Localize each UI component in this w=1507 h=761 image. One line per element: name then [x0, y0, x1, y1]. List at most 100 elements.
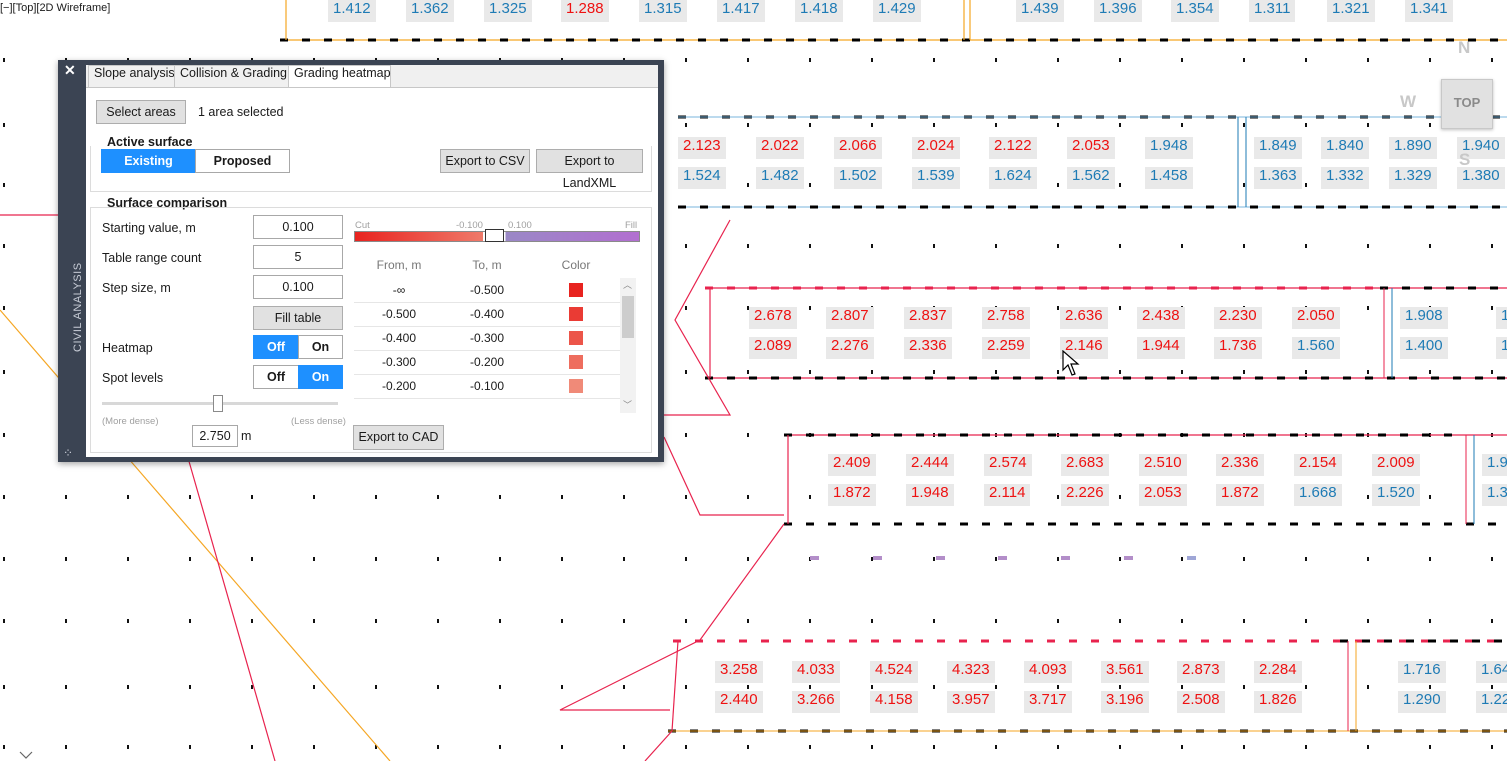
- step-size-label: Step size, m: [102, 281, 171, 295]
- density-value-input[interactable]: 2.750: [192, 425, 238, 447]
- grid-point: [1181, 685, 1183, 689]
- fill-table-button[interactable]: Fill table: [253, 306, 343, 330]
- compass-south[interactable]: S: [1459, 150, 1470, 170]
- viewcube-top-face[interactable]: TOP: [1441, 79, 1493, 129]
- spot-level-value: 2.336: [904, 337, 952, 359]
- grid-point: [1119, 685, 1121, 689]
- grid-point: [1119, 58, 1121, 62]
- grid-point: [1367, 306, 1369, 310]
- compass-north[interactable]: N: [1458, 38, 1470, 58]
- grid-point: [561, 685, 563, 689]
- grid-point: [747, 370, 749, 374]
- gradient-neutral-marker[interactable]: [485, 229, 504, 242]
- grid-point: [375, 557, 377, 561]
- color-swatch[interactable]: [569, 379, 583, 393]
- density-slider-thumb[interactable]: [212, 395, 223, 412]
- tab-slope-analysis[interactable]: Slope analysis: [88, 65, 175, 87]
- grid-point: [1243, 745, 1245, 749]
- grid-point: [1491, 370, 1493, 374]
- from-cell[interactable]: -∞: [354, 283, 444, 297]
- spot-level-value: 1.363: [1254, 167, 1302, 189]
- compass-west[interactable]: W: [1400, 92, 1416, 112]
- scroll-down-icon[interactable]: ﹀: [623, 398, 632, 411]
- grid-point: [1491, 557, 1493, 561]
- table-row[interactable]: -∞ -0.500: [354, 278, 620, 303]
- grid-point: [1243, 183, 1245, 187]
- scroll-up-icon[interactable]: ︿: [623, 278, 632, 291]
- palette-title-strip[interactable]: ✕ CIVIL ANALYSIS ⁘: [58, 60, 86, 462]
- grid-point: [1491, 685, 1493, 689]
- grid-point: [747, 58, 749, 62]
- to-cell[interactable]: -0.400: [442, 307, 532, 321]
- spot-level-value: 1.539: [912, 167, 960, 189]
- grid-point: [1119, 123, 1121, 127]
- grid-point: [3, 370, 5, 374]
- viewport-label[interactable]: [−][Top][2D Wireframe]: [0, 2, 110, 14]
- spot-level-value: 4.524: [870, 661, 918, 683]
- spot-level-value: 1.520: [1372, 484, 1420, 506]
- color-swatch[interactable]: [569, 355, 583, 369]
- step-size-input[interactable]: 0.100: [253, 275, 343, 299]
- heatmap-off-toggle[interactable]: Off: [253, 335, 299, 359]
- grid-point: [375, 685, 377, 689]
- from-cell[interactable]: -0.300: [354, 355, 444, 369]
- from-cell[interactable]: -0.200: [354, 379, 444, 393]
- grid-point: [933, 745, 935, 749]
- table-scrollbar-thumb[interactable]: [622, 296, 634, 338]
- grid-point: [1119, 495, 1121, 499]
- export-landxml-button[interactable]: Export to LandXML: [536, 149, 643, 190]
- spot-levels-off-toggle[interactable]: Off: [253, 365, 299, 389]
- select-areas-button[interactable]: Select areas: [96, 100, 186, 124]
- table-scrollbar[interactable]: ︿ ﹀: [620, 278, 636, 413]
- close-icon[interactable]: ✕: [64, 62, 76, 79]
- spot-level-value: 2.574: [984, 454, 1032, 476]
- from-cell[interactable]: -0.400: [354, 331, 444, 345]
- grid-point: [1429, 619, 1431, 623]
- spot-level-value: 3.196: [1101, 691, 1149, 713]
- color-swatch[interactable]: [569, 307, 583, 321]
- spot-level-value: 1.418: [795, 0, 843, 22]
- spot-level-value: 2.053: [1067, 137, 1115, 159]
- starting-value-input[interactable]: 0.100: [253, 215, 343, 239]
- grid-point: [1181, 745, 1183, 749]
- tab-collision-grading[interactable]: Collision & Grading: [174, 65, 289, 87]
- table-row[interactable]: -0.500 -0.400: [354, 302, 620, 327]
- to-cell[interactable]: -0.100: [442, 379, 532, 393]
- grid-point: [1367, 557, 1369, 561]
- table-row[interactable]: -0.200 -0.100: [354, 374, 620, 399]
- heatmap-on-toggle[interactable]: On: [298, 335, 343, 359]
- color-swatch[interactable]: [569, 331, 583, 345]
- gradient-right-tick: 0.100: [508, 220, 532, 231]
- range-count-input[interactable]: 5: [253, 245, 343, 269]
- spot-level-value: 1.872: [828, 484, 876, 506]
- to-cell[interactable]: -0.300: [442, 331, 532, 345]
- color-swatch[interactable]: [569, 283, 583, 297]
- table-row[interactable]: -0.300 -0.200: [354, 350, 620, 375]
- to-cell[interactable]: -0.500: [442, 283, 532, 297]
- export-csv-button[interactable]: Export to CSV: [440, 149, 530, 173]
- from-cell[interactable]: -0.500: [354, 307, 444, 321]
- grid-point: [437, 557, 439, 561]
- to-cell[interactable]: -0.200: [442, 355, 532, 369]
- table-row[interactable]: -0.400 -0.300: [354, 326, 620, 351]
- grid-point: [499, 495, 501, 499]
- grid-point: [127, 685, 129, 689]
- spot-level-value: 1.482: [756, 167, 804, 189]
- tab-grading-heatmap[interactable]: Grading heatmap: [288, 65, 391, 88]
- export-cad-button[interactable]: Export to CAD: [353, 425, 444, 450]
- diag-line: [179, 429, 276, 761]
- spot-level-value: 1.396: [1094, 0, 1142, 22]
- density-more-label: (More dense): [102, 416, 159, 427]
- spot-level-value: 1.890: [1389, 137, 1437, 159]
- spot-level-value: 2.022: [756, 137, 804, 159]
- spot-levels-on-toggle[interactable]: On: [298, 365, 343, 389]
- spot-level-value: 3.258: [715, 661, 763, 683]
- grid-point: [871, 745, 873, 749]
- grid-point: [747, 433, 749, 437]
- existing-surface-toggle[interactable]: Existing: [101, 149, 196, 173]
- grid-point: [871, 370, 873, 374]
- grip-icon[interactable]: ⁘: [63, 446, 73, 460]
- spot-level-value: 1.908: [1400, 307, 1448, 329]
- proposed-surface-toggle[interactable]: Proposed: [195, 149, 290, 173]
- grid-point: [1491, 306, 1493, 310]
